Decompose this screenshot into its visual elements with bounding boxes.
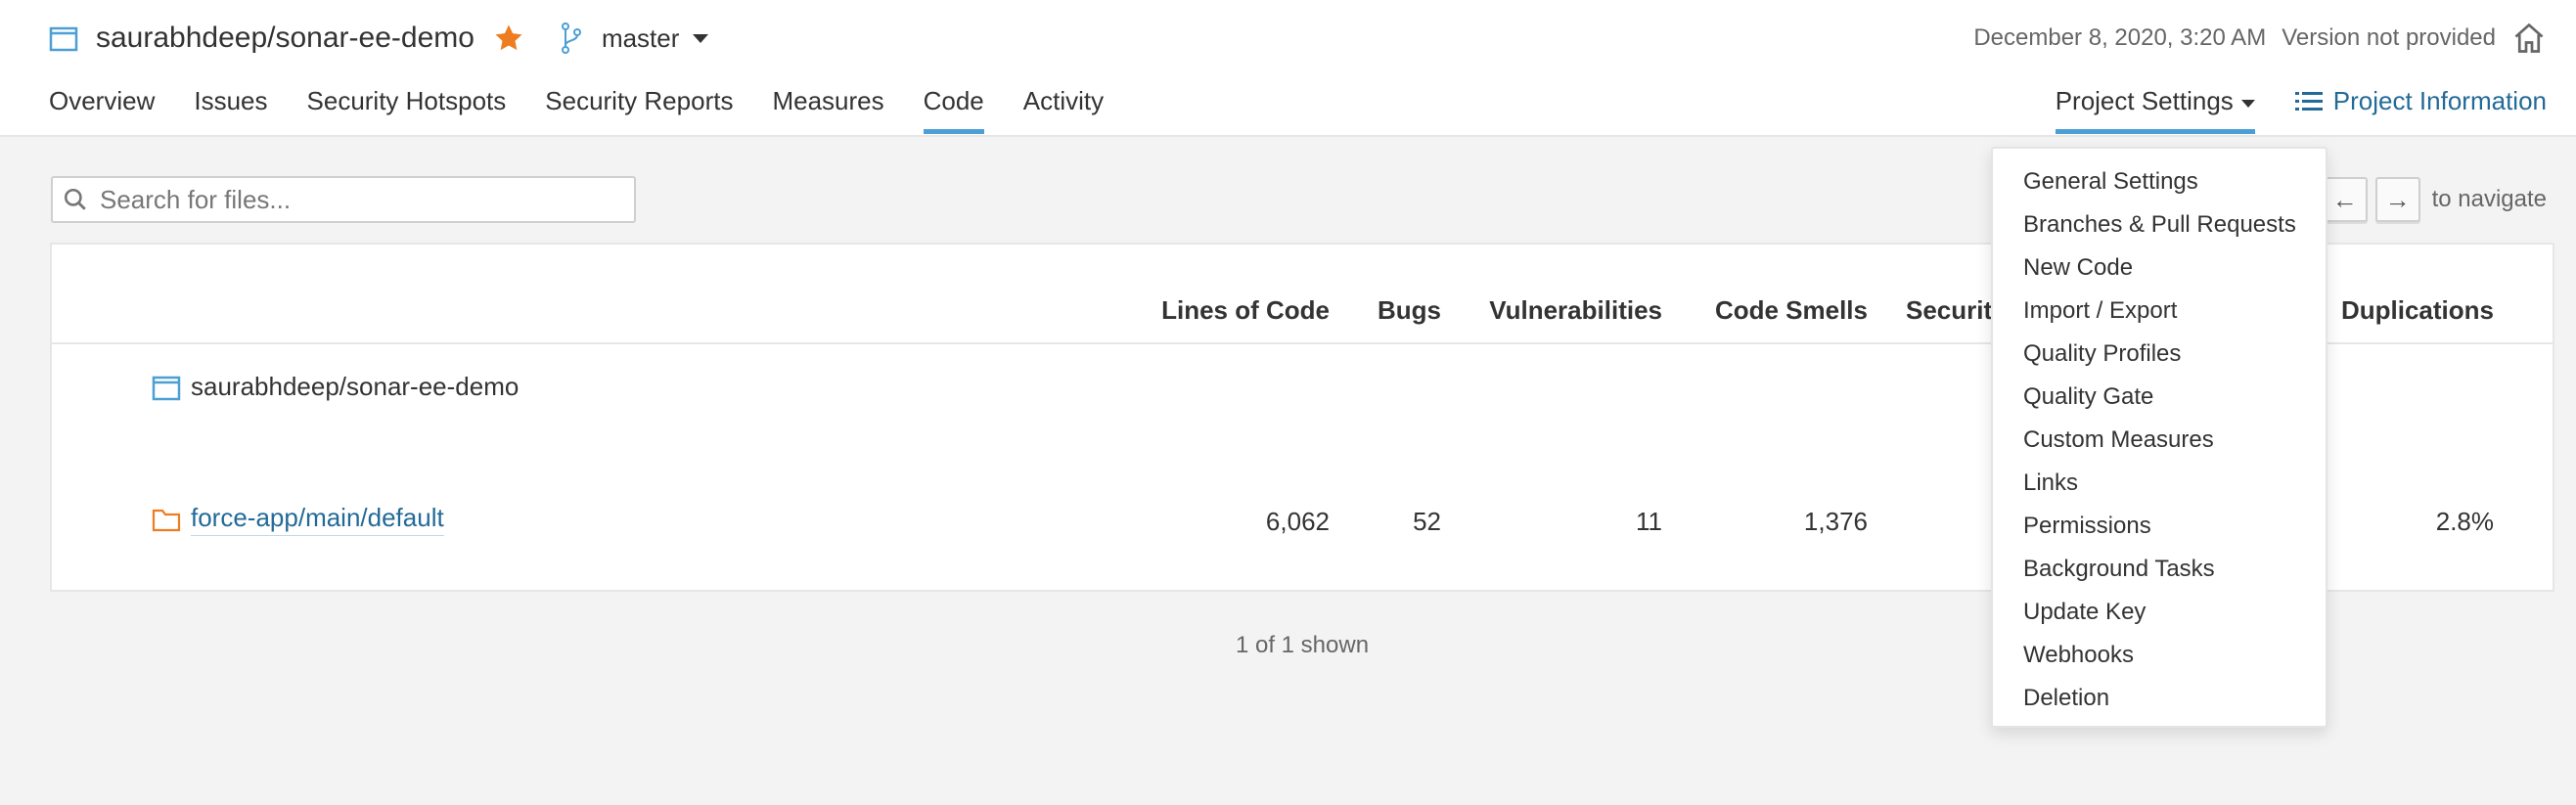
menu-item-quality-gate[interactable]: Quality Gate [1993,376,2326,419]
project-component-name: saurabhdeep/sonar-ee-demo [191,372,520,401]
tab-security-reports[interactable]: Security Reports [545,86,733,135]
chevron-down-icon[interactable] [693,33,709,43]
list-icon [2294,89,2324,114]
star-icon[interactable] [492,22,525,55]
branch-icon [559,22,584,55]
tab-security-hotspots[interactable]: Security Hotspots [307,86,507,135]
project-information-link[interactable]: Project Information [2294,86,2547,135]
search-icon [63,187,88,212]
tab-overview[interactable]: Overview [49,86,155,135]
project-icon [152,374,181,401]
keyboard-hint-label: to navigate [2431,186,2547,212]
analysis-date: December 8, 2020, 3:20 AM [1973,24,2267,51]
column-header-duplications[interactable]: Duplications [2341,295,2494,326]
project-component: saurabhdeep/sonar-ee-demo [152,372,519,402]
folder-icon [152,506,181,533]
menu-item-background-tasks[interactable]: Background Tasks [1993,548,2326,591]
menu-item-branches-pull-requests[interactable]: Branches & Pull Requests [1993,203,2326,246]
project-information-label: Project Information [2332,86,2547,115]
menu-item-deletion[interactable]: Deletion [1993,677,2326,720]
analysis-meta: December 8, 2020, 3:20 AM Version not pr… [1973,16,2547,61]
search-input[interactable] [100,184,618,215]
home-icon[interactable] [2511,21,2547,56]
project-nav-right: Project Settings Project Information [2055,86,2547,135]
left-arrow-key: ← [2322,177,2368,222]
branch-selector[interactable]: master [602,23,679,54]
menu-item-permissions[interactable]: Permissions [1993,505,2326,548]
project-nav: Overview Issues Security Hotspots Securi… [49,86,1143,135]
right-arrow-key: → [2374,177,2420,222]
cell-duplications[interactable]: 2.8% [2436,507,2494,537]
menu-item-quality-profiles[interactable]: Quality Profiles [1993,333,2326,376]
column-header-code-smells[interactable]: Code Smells [1715,295,1868,326]
column-header-lines-of-code[interactable]: Lines of Code [1161,295,1330,326]
tab-measures[interactable]: Measures [772,86,883,135]
file-search [51,176,636,223]
tab-activity[interactable]: Activity [1023,86,1104,135]
project-settings-menu[interactable]: Project Settings [2055,86,2255,135]
column-header-bugs[interactable]: Bugs [1378,295,1441,326]
menu-item-import-export[interactable]: Import / Export [1993,290,2326,333]
project-icon [49,22,82,55]
directory-component: force-app/main/default [152,503,444,536]
menu-item-new-code[interactable]: New Code [1993,246,2326,290]
cell-code-smells[interactable]: 1,376 [1804,507,1868,537]
keyboard-hint: ← → to navigate [2322,176,2547,223]
column-header-security-hotspots[interactable]: Securit [1906,295,1992,326]
menu-item-general-settings[interactable]: General Settings [1993,160,2326,203]
chevron-down-icon [2240,100,2255,108]
project-header: saurabhdeep/sonar-ee-demo master [49,16,709,61]
column-header-vulnerabilities[interactable]: Vulnerabilities [1489,295,1662,326]
tab-code[interactable]: Code [923,86,984,135]
menu-item-update-key[interactable]: Update Key [1993,591,2326,634]
project-name[interactable]: saurabhdeep/sonar-ee-demo [96,22,475,55]
project-settings-label: Project Settings [2055,86,2234,115]
menu-item-links[interactable]: Links [1993,462,2326,505]
cell-bugs[interactable]: 52 [1413,507,1441,537]
cell-vulnerabilities[interactable]: 11 [1636,507,1662,537]
version-label: Version not provided [2282,24,2496,51]
menu-item-webhooks[interactable]: Webhooks [1993,634,2326,677]
project-settings-dropdown: General Settings Branches & Pull Request… [1991,147,2327,728]
directory-link[interactable]: force-app/main/default [191,503,444,536]
top-bar: saurabhdeep/sonar-ee-demo master Decembe… [0,0,2576,137]
tab-issues[interactable]: Issues [194,86,267,135]
cell-lines-of-code[interactable]: 6,062 [1266,507,1330,537]
menu-item-custom-measures[interactable]: Custom Measures [1993,419,2326,462]
